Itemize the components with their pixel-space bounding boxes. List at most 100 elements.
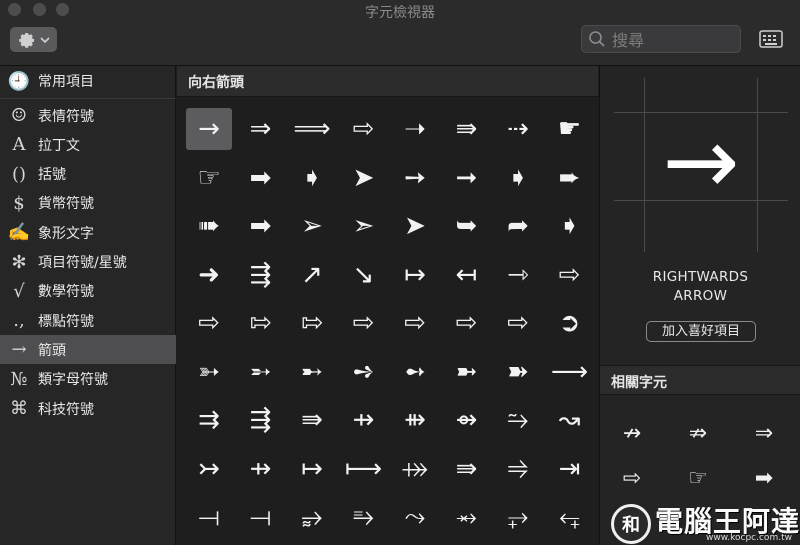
glyph-cell[interactable]: ➧	[547, 205, 593, 247]
glyph-cell[interactable]: ➧	[289, 157, 335, 199]
glyph-cell[interactable]: ⇛	[289, 399, 335, 441]
glyph-cell[interactable]: ⇨	[444, 302, 490, 344]
related-glyph[interactable]: ↛	[612, 415, 652, 451]
glyph-cell[interactable]: ➵	[238, 351, 284, 393]
glyph-cell[interactable]: ⥇	[444, 496, 490, 538]
glyph-cell[interactable]: ↦	[392, 254, 438, 296]
glyph-cell[interactable]: ➳	[186, 351, 232, 393]
glyph-cell[interactable]: ➤	[392, 205, 438, 247]
sidebar-item-label: 常用項目	[38, 74, 94, 90]
glyph-cell[interactable]: ⇉	[186, 399, 232, 441]
glyph-cell[interactable]: ➣	[341, 205, 387, 247]
glyph-cell[interactable]: ⇛	[444, 108, 490, 150]
glyph-cell[interactable]: ⇸	[238, 448, 284, 490]
glyph-cell[interactable]: ⇴	[444, 399, 490, 441]
sidebar-item[interactable]: ., 標點符號	[0, 306, 176, 335]
glyph-cell[interactable]: ➢	[289, 205, 335, 247]
glyph-cell[interactable]: ⇶	[238, 254, 284, 296]
glyph-cell[interactable]: ➨	[547, 157, 593, 199]
related-glyph[interactable]: ➡	[744, 460, 784, 496]
glyph-cell[interactable]: ➸	[289, 351, 335, 393]
glyph-cell[interactable]: ⇢	[495, 108, 541, 150]
sidebar-item[interactable]: ⌘ 科技符號	[0, 394, 176, 423]
sidebar-item[interactable]: ✍ 象形文字	[0, 218, 176, 247]
glyph-cell[interactable]: ⇨	[495, 302, 541, 344]
glyph-cell[interactable]: ⟶	[547, 351, 593, 393]
glyph-cell[interactable]: ⥤	[495, 448, 541, 490]
glyph-cell[interactable]: ⇨	[186, 302, 232, 344]
glyph-cell[interactable]: ⇛	[444, 448, 490, 490]
glyph-cell[interactable]: ↤	[444, 254, 490, 296]
related-glyph[interactable]: ⇨	[612, 460, 652, 496]
glyph-cell[interactable]: ↘	[341, 254, 387, 296]
sidebar-item[interactable]: A 拉丁文	[0, 130, 176, 159]
glyph-cell[interactable]: ➥	[444, 205, 490, 247]
related-glyph[interactable]: ☞	[678, 460, 718, 496]
glyph-cell[interactable]: ⇥	[547, 448, 593, 490]
glyph-cell[interactable]: →	[186, 108, 232, 150]
action-menu-button[interactable]	[10, 27, 57, 52]
sidebar-item-label: 貨幣符號	[38, 196, 94, 213]
related-glyph[interactable]: ⇏	[678, 415, 718, 451]
glyph-cell[interactable]: ↗	[289, 254, 335, 296]
glyph-cell[interactable]: ⇰	[238, 302, 284, 344]
glyph-cell[interactable]: ☞	[186, 157, 232, 199]
glyph-cell[interactable]: ⥆	[547, 496, 593, 538]
glyph-cell[interactable]: ⇨	[392, 302, 438, 344]
glyph-cell[interactable]: ➞	[444, 157, 490, 199]
glyph-cell[interactable]: ⟞	[186, 496, 232, 538]
glyph-cell[interactable]: ⇨	[341, 302, 387, 344]
sidebar-item[interactable]: ☺ 表情符號	[0, 101, 176, 130]
sidebar-item[interactable]: ✻ 項目符號/星號	[0, 248, 176, 277]
glyph-cell[interactable]: ↣	[186, 448, 232, 490]
search-field[interactable]: 搜尋	[581, 25, 741, 53]
glyph-cell[interactable]: ➼	[444, 351, 490, 393]
glyph-cell[interactable]: ➡	[238, 157, 284, 199]
glyph-cell[interactable]: ⥵	[289, 496, 335, 538]
glyph-cell[interactable]: ⥱	[341, 496, 387, 538]
glyph-cell[interactable]: ⟹	[289, 108, 335, 150]
glyph-cell[interactable]: ➜	[186, 254, 232, 296]
glyph-cell[interactable]: ⤳	[392, 496, 438, 538]
glyph-cell[interactable]: ⇨	[341, 108, 387, 150]
sidebar-item-label: 數學符號	[38, 284, 94, 301]
glyph-cell[interactable]: ⇾	[495, 254, 541, 296]
glyph-cell[interactable]: ➧	[495, 157, 541, 199]
glyph-cell[interactable]: ⥲	[495, 399, 541, 441]
glyph-detail-panel: → RIGHTWARDS ARROW 加入喜好項目 相關字元 ↛ ⇏ ⇒ ⇨ ☞ ➡	[599, 66, 800, 545]
glyph-cell[interactable]: ⇨	[547, 254, 593, 296]
sidebar-item[interactable]: № 類字母符號	[0, 365, 176, 394]
glyph-cell[interactable]: ↝	[547, 399, 593, 441]
glyph-cell[interactable]: ⟞	[238, 496, 284, 538]
sidebar-item[interactable]: () 括號	[0, 160, 176, 189]
glyph-cell[interactable]: ➦	[495, 205, 541, 247]
glyph-cell[interactable]: ↦	[289, 448, 335, 490]
glyph-cell[interactable]: ➻	[392, 351, 438, 393]
glyph-cell[interactable]: ➽	[495, 351, 541, 393]
glyph-cell[interactable]: ⇻	[392, 399, 438, 441]
add-to-favorites-button[interactable]: 加入喜好項目	[646, 321, 756, 342]
related-glyph[interactable]: ⇒	[744, 415, 784, 451]
glyph-cell[interactable]: ➡	[238, 205, 284, 247]
sidebar-item[interactable]: → 箭頭	[0, 335, 176, 365]
glyph-cell[interactable]: ⇰	[289, 302, 335, 344]
glyph-cell[interactable]: ➲	[547, 302, 593, 344]
glyph-cell[interactable]: ➺	[341, 351, 387, 393]
glyph-cell[interactable]: ⟼	[341, 448, 387, 490]
asterisk-icon: ✻	[11, 251, 27, 273]
glyph-cell[interactable]: ⤀	[392, 448, 438, 490]
glyph-cell[interactable]: ⇒	[238, 108, 284, 150]
glyph-cell[interactable]: ⇶	[238, 399, 284, 441]
glyph-cell[interactable]: ⇸	[341, 399, 387, 441]
glyph-cell[interactable]: ➝	[392, 108, 438, 150]
glyph-cell[interactable]: ➙	[392, 157, 438, 199]
glyph-cell[interactable]: ☛	[547, 108, 593, 150]
glyph-cell[interactable]: ⥅	[495, 496, 541, 538]
sidebar-item[interactable]: $ 貨幣符號	[0, 189, 176, 218]
sidebar-item-label: 表情符號	[38, 108, 94, 125]
sidebar-item[interactable]: √ 數學符號	[0, 277, 176, 306]
glyph-cell[interactable]: ➤	[341, 157, 387, 199]
sidebar-item[interactable]: 🕘 常用項目	[0, 66, 176, 96]
keyboard-viewer-button[interactable]	[757, 27, 785, 51]
glyph-cell[interactable]: ➠	[186, 205, 232, 247]
